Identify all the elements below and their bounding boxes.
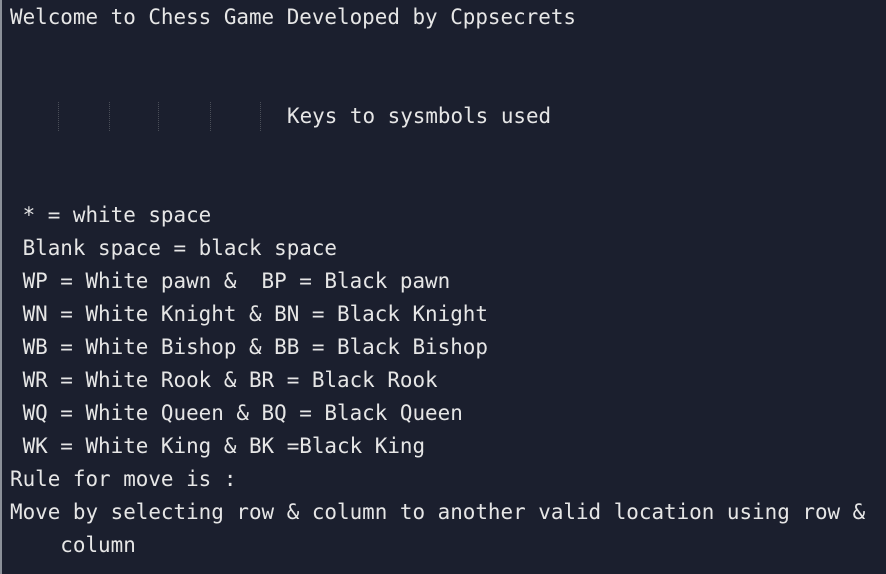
terminal-output: Welcome to Chess Game Developed by Cppse… xyxy=(0,0,886,574)
rule-heading: Rule for move is : xyxy=(10,467,237,491)
rule-text-wrap: column xyxy=(10,533,136,557)
legend-line: * = white space xyxy=(10,203,212,227)
welcome-line: Welcome to Chess Game Developed by Cppse… xyxy=(10,5,576,29)
legend-line: WQ = White Queen & BQ = Black Queen xyxy=(10,401,463,425)
legend-line: Blank space = black space xyxy=(10,236,338,260)
legend-line: WB = White Bishop & BB = Black Bishop xyxy=(10,335,488,359)
legend-line: WN = White Knight & BN = Black Knight xyxy=(10,302,488,326)
rule-text: Move by selecting row & column to anothe… xyxy=(10,500,866,524)
keys-heading: Keys to sysmbols used xyxy=(287,104,552,128)
indent-guide xyxy=(210,102,211,131)
indent-guide xyxy=(58,102,59,131)
legend-line: WR = White Rook & BR = Black Rook xyxy=(10,368,438,392)
indent-guide xyxy=(109,102,110,131)
legend-line: WP = White pawn & BP = Black pawn xyxy=(10,269,451,293)
legend-line: WK = White King & BK =Black King xyxy=(10,434,426,458)
indent-guide xyxy=(158,102,159,131)
indent-guide xyxy=(260,102,261,131)
